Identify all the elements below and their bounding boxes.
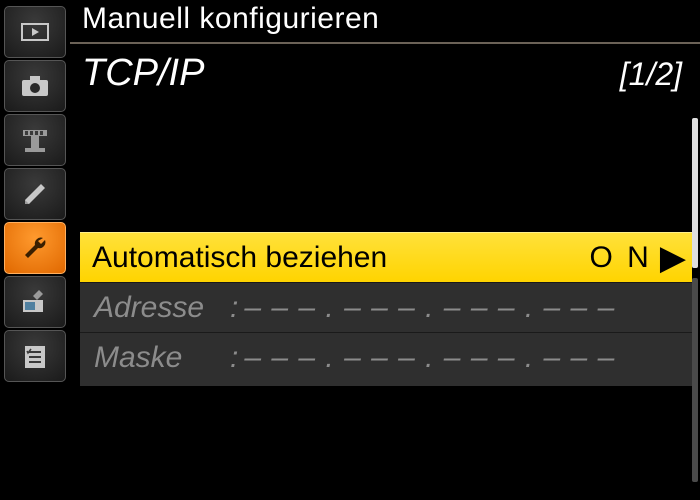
pencil-icon	[17, 176, 53, 212]
page-indicator: [1/2]	[620, 56, 682, 93]
settings-list: Automatisch beziehen O N ▶ Adresse : – –…	[80, 232, 692, 386]
colon: :	[230, 291, 244, 325]
row-label: Automatisch beziehen	[80, 241, 590, 275]
sidebar-item-video[interactable]	[4, 114, 66, 166]
sidebar-item-edit[interactable]	[4, 168, 66, 220]
sidebar-item-setup[interactable]	[4, 222, 66, 274]
list-endcap	[80, 382, 692, 386]
sidebar-item-camera[interactable]	[4, 60, 66, 112]
scrollbar-thumb[interactable]	[692, 118, 698, 268]
sidebar	[0, 0, 70, 500]
screen: Manuell konfigurieren TCP/IP [1/2] Autom…	[0, 0, 700, 500]
page-title: Manuell konfigurieren	[70, 0, 700, 42]
chevron-right-icon: ▶	[658, 238, 692, 278]
colon: :	[230, 341, 244, 375]
row-address: Adresse : – – – . – – – . – – – . – – –	[80, 282, 692, 332]
scrollbar[interactable]	[690, 118, 700, 482]
row-label: Adresse	[80, 291, 230, 325]
play-icon	[17, 14, 53, 50]
row-value: – – – . – – – . – – – . – – –	[244, 341, 615, 375]
wrench-icon	[17, 230, 53, 266]
row-value: O N	[590, 241, 658, 275]
sidebar-item-playback[interactable]	[4, 6, 66, 58]
camera-icon	[17, 68, 53, 104]
sidebar-item-retouch[interactable]	[4, 276, 66, 328]
sidebar-item-mymenu[interactable]	[4, 330, 66, 382]
section-title: TCP/IP	[82, 52, 204, 95]
main-panel: Manuell konfigurieren TCP/IP [1/2] Autom…	[70, 0, 700, 500]
video-icon	[17, 122, 53, 158]
row-value: – – – . – – – . – – – . – – –	[244, 291, 615, 325]
scrollbar-track	[692, 278, 698, 482]
subheader: TCP/IP [1/2]	[70, 44, 700, 95]
retouch-icon	[17, 284, 53, 320]
row-mask: Maske : – – – . – – – . – – – . – – –	[80, 332, 692, 382]
list-icon	[17, 338, 53, 374]
row-label: Maske	[80, 341, 230, 375]
row-auto-obtain[interactable]: Automatisch beziehen O N ▶	[80, 232, 692, 282]
